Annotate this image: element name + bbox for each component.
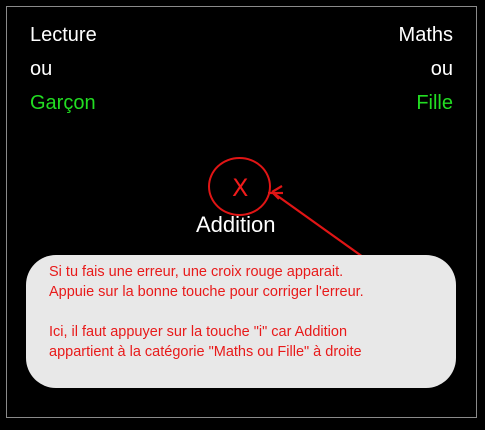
left-category-line1: Lecture <box>30 24 97 46</box>
right-category-line3: Fille <box>416 92 453 114</box>
tooltip-line-2: Appuie sur la bonne touche pour corriger… <box>49 284 364 300</box>
stimulus-word: Addition <box>196 212 276 237</box>
tooltip-gap <box>49 302 436 322</box>
tooltip-line-3: Ici, il faut appuyer sur la touche "i" c… <box>49 324 348 340</box>
left-category-or: ou <box>30 58 53 80</box>
red-x-icon: X <box>232 174 249 202</box>
tooltip-line-1: Si tu fais une erreur, une croix rouge a… <box>49 264 344 280</box>
instruction-tooltip: Si tu fais une erreur, une croix rouge a… <box>26 255 456 388</box>
tooltip-line-4: appartient à la catégorie "Maths ou Fill… <box>49 344 362 360</box>
right-category-or: ou <box>430 58 453 80</box>
left-category-line3: Garçon <box>30 92 96 114</box>
right-category-line1: Maths <box>398 24 453 46</box>
